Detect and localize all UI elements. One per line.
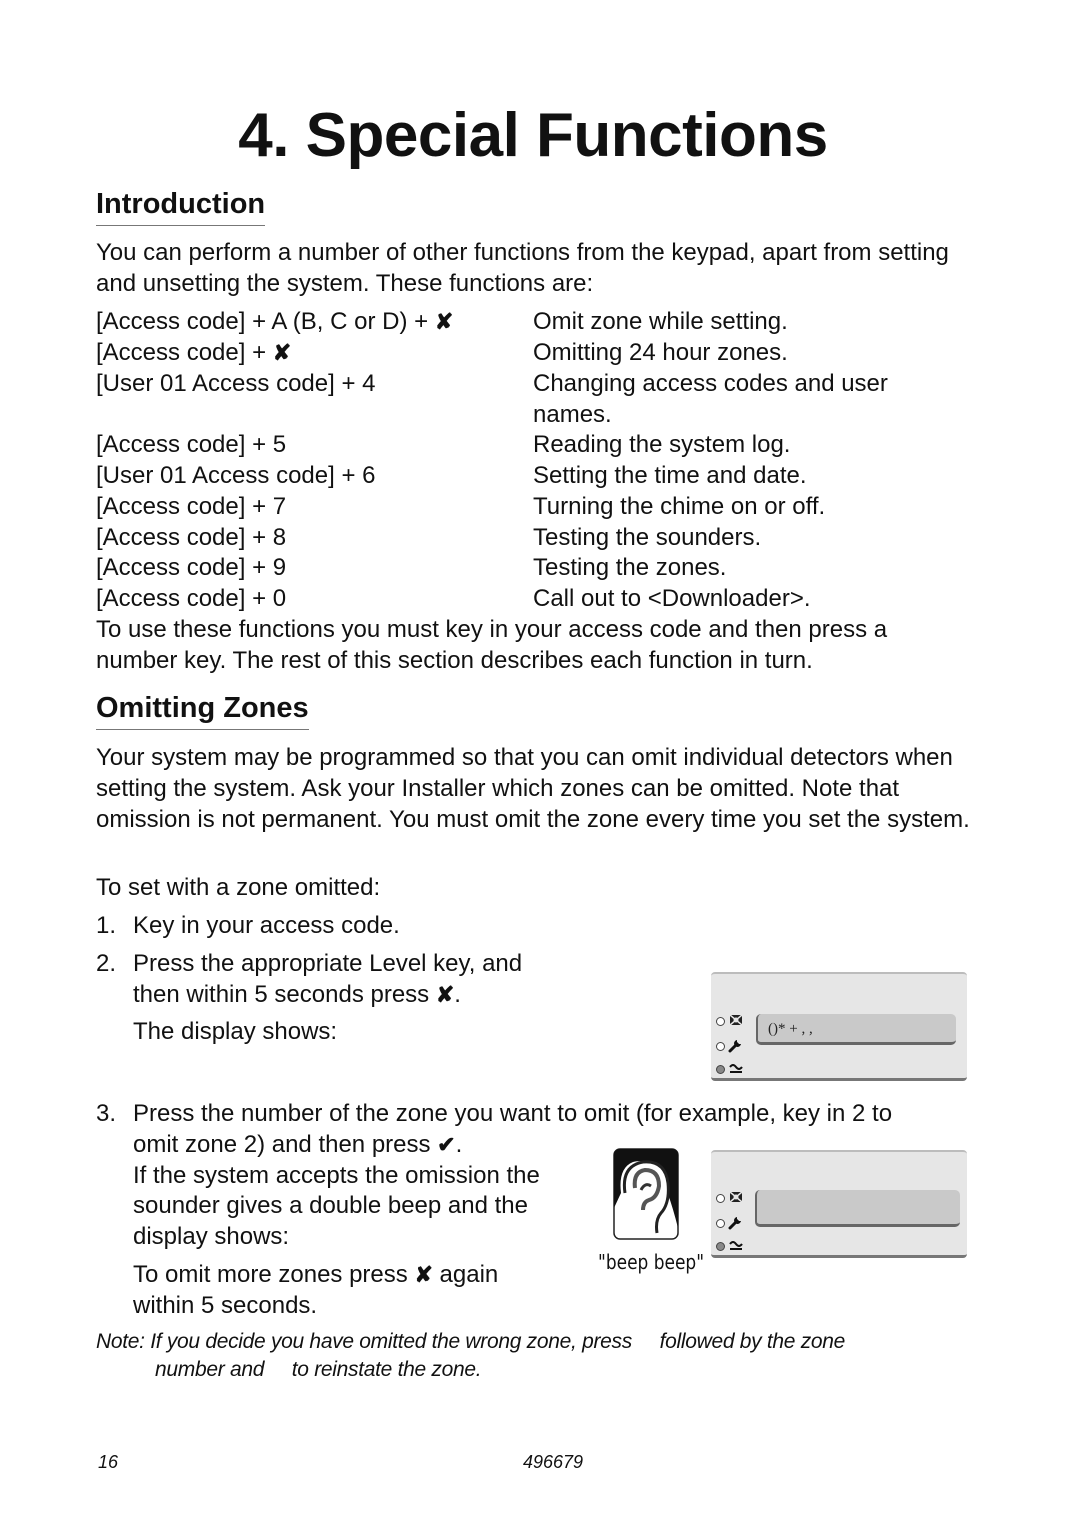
- function-keys: [User 01 Access code] + 6: [96, 462, 376, 489]
- cross-key-icon: ✘: [414, 1262, 433, 1287]
- introduction-heading: Introduction: [96, 186, 266, 226]
- beep-caption: "beep beep": [598, 1250, 705, 1274]
- function-keys: [Access code] + 9: [96, 554, 287, 581]
- step-text: If the system accepts the omission the: [133, 1162, 540, 1189]
- function-keys: [Access code] + 8: [96, 524, 287, 551]
- step-number: 1.: [96, 912, 117, 939]
- step-text: Press the number of the zone you want to…: [133, 1100, 893, 1127]
- function-description: Omitting 24 hour zones.: [533, 339, 788, 366]
- omitting-zones-body: Your system may be programmed so that yo…: [96, 744, 970, 833]
- step-text: display shows:: [133, 1223, 290, 1250]
- led-indicator: [716, 1219, 725, 1228]
- function-description-cont: names.: [533, 401, 612, 428]
- led-indicator: [716, 1042, 725, 1051]
- function-keys: [User 01 Access code] + 4: [96, 370, 376, 397]
- led-indicator: [716, 1017, 725, 1026]
- introduction-outro: To use these functions you must key in y…: [96, 616, 888, 674]
- function-keys: [Access code] + 7: [96, 493, 287, 520]
- note-line-2: number and to reinstate the zone.: [155, 1358, 482, 1381]
- led-power-indicator: [716, 1065, 725, 1074]
- document-number: 496679: [523, 1452, 584, 1472]
- omitting-zones-lead-in: To set with a zone omitted:: [96, 874, 381, 901]
- step-text: then within 5 seconds press ✘.: [133, 981, 461, 1008]
- mains-power-icon: [729, 1064, 743, 1073]
- alarm-bell-icon: [729, 1014, 743, 1026]
- function-description: Call out to <Downloader>.: [533, 585, 811, 612]
- step-text: The display shows:: [133, 1018, 338, 1045]
- wrench-icon: [728, 1217, 741, 1230]
- function-description: Turning the chime on or off.: [533, 493, 826, 520]
- function-keys: [Access code] + A (B, C or D) + ✘: [96, 308, 454, 335]
- step-text: within 5 seconds.: [133, 1292, 318, 1319]
- check-key-icon: ✔: [437, 1132, 456, 1157]
- function-description: Testing the zones.: [533, 554, 727, 581]
- alarm-bell-icon: [729, 1191, 743, 1203]
- step-text: Press the appropriate Level key, and: [133, 950, 523, 977]
- function-description: Omit zone while setting.: [533, 308, 788, 335]
- introduction-text: You can perform a number of other functi…: [96, 239, 949, 297]
- keypad-display-panel: ()* + , ,: [711, 972, 967, 1081]
- page-number: 16: [98, 1452, 119, 1472]
- step-text: Key in your access code.: [133, 912, 400, 939]
- step-text: sounder gives a double beep and the: [133, 1192, 528, 1219]
- step-number: 2.: [96, 950, 117, 977]
- note-line-1: Note: If you decide you have omitted the…: [96, 1330, 846, 1353]
- step-text: To omit more zones press ✘ again: [133, 1261, 499, 1288]
- function-keys: [Access code] + 0: [96, 585, 287, 612]
- lcd-screen: [755, 1190, 960, 1227]
- function-description: Setting the time and date.: [533, 462, 807, 489]
- function-keys: [Access code] + 5: [96, 431, 287, 458]
- ear-icon: [613, 1148, 679, 1240]
- step-text: omit zone 2) and then press ✔.: [133, 1131, 463, 1158]
- function-description: Testing the sounders.: [533, 524, 762, 551]
- function-description: Reading the system log.: [533, 431, 791, 458]
- keypad-display-panel: [711, 1150, 967, 1258]
- cross-key-icon: ✘: [434, 309, 454, 334]
- function-keys: [Access code] + ✘: [96, 339, 292, 366]
- omitting-zones-heading: Omitting Zones: [96, 690, 309, 730]
- mains-power-icon: [729, 1241, 743, 1250]
- function-description: Changing access codes and user: [533, 370, 888, 397]
- cross-key-icon: ✘: [272, 340, 292, 365]
- cross-key-icon: ✘: [435, 982, 455, 1007]
- lcd-screen: ()* + , ,: [756, 1014, 956, 1045]
- wrench-icon: [728, 1040, 741, 1053]
- step-number: 3.: [96, 1100, 117, 1127]
- page-title: 4. Special Functions: [238, 101, 828, 170]
- led-power-indicator: [716, 1242, 725, 1251]
- led-indicator: [716, 1194, 725, 1203]
